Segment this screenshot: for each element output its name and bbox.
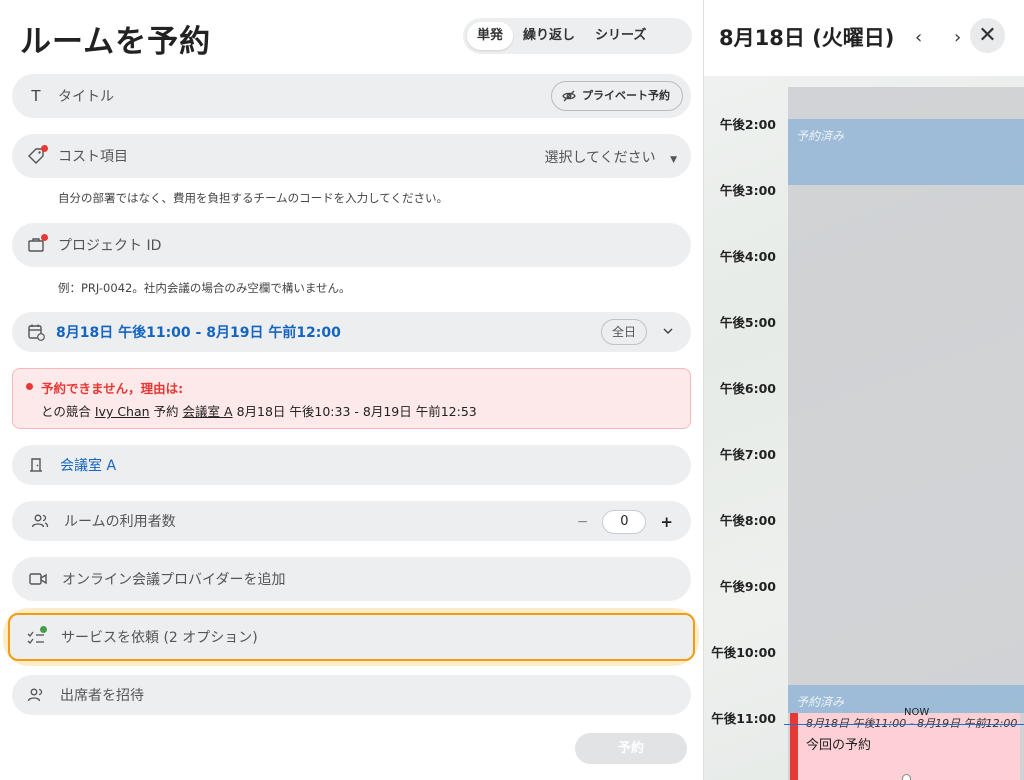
hour-label: 午後8:00 — [719, 513, 776, 528]
project-field[interactable]: プロジェクト ID — [12, 223, 691, 267]
mode-single[interactable]: 単発 — [467, 22, 514, 50]
checklist-icon — [26, 626, 47, 647]
day-grid[interactable] — [788, 87, 1024, 780]
hour-label: 午後7:00 — [719, 447, 776, 462]
occupancy-stepper: − 0 + — [577, 510, 673, 534]
video-icon — [28, 569, 48, 589]
status-dot — [40, 626, 47, 633]
booking-mode-toggle: 単発 繰り返し シリーズ — [463, 18, 692, 54]
door-icon — [26, 455, 46, 475]
cost-helper: 自分の部署ではなく、費用を負担するチームのコードを入力してください。 — [58, 191, 448, 205]
service-request-label: サービスを依頼 (2 オプション) — [61, 630, 258, 646]
mode-series[interactable]: シリーズ — [585, 22, 656, 50]
online-meeting-field[interactable]: オンライン会議プロバイダーを追加 — [12, 557, 691, 601]
conflict-error: 予約できません，理由は: との競合 Ivy Chan 予約 会議室 A 8月18… — [12, 368, 691, 429]
occupancy-label: ルームの利用者数 — [64, 514, 176, 530]
hour-label: 午後2:00 — [719, 117, 776, 132]
booked-block: 予約済み — [788, 119, 1024, 185]
people-icon — [30, 511, 50, 531]
title-field[interactable]: T タイトル プライベート予約 — [12, 74, 691, 118]
conflict-person-link[interactable]: Ivy Chan — [95, 404, 150, 419]
hour-label: 午後6:00 — [719, 381, 776, 396]
hour-label: 午後4:00 — [719, 249, 776, 264]
page-title: ルームを予約 — [20, 24, 212, 60]
room-field[interactable]: 会議室 A — [12, 445, 691, 485]
prev-day-button[interactable]: ‹ — [915, 27, 922, 48]
service-request-field[interactable]: サービスを依頼 (2 オプション) — [8, 613, 695, 661]
close-icon[interactable]: ✕ — [970, 18, 1005, 53]
hour-label: 午後10:00 — [711, 645, 776, 660]
error-middle: 予約 — [153, 404, 179, 419]
error-detail: との競合 Ivy Chan 予約 会議室 A 8月18日 午後10:33 - 8… — [41, 401, 477, 420]
project-helper: 例：PRJ-0042。社内会議の場合のみ空欄で構いません。 — [58, 281, 351, 295]
private-booking-button[interactable]: プライベート予約 — [551, 81, 683, 111]
increment-button[interactable]: + — [660, 513, 673, 531]
occupancy-value[interactable]: 0 — [602, 510, 647, 534]
error-prefix: との競合 — [41, 404, 91, 419]
invite-people-icon — [26, 685, 46, 705]
resize-handle[interactable] — [902, 774, 911, 780]
current-booking-title: 今回の予約 — [806, 738, 872, 753]
calendar-header: 8月18日 (火曜日) ‹ › ✕ — [704, 0, 1024, 76]
room-value[interactable]: 会議室 A — [60, 455, 116, 475]
required-dot — [41, 234, 48, 241]
decrement-button[interactable]: − — [577, 514, 589, 530]
title-input[interactable]: タイトル — [58, 86, 114, 106]
all-day-toggle[interactable]: 全日 — [600, 319, 647, 345]
calendar-clock-icon — [26, 322, 46, 342]
briefcase-icon — [26, 234, 48, 255]
booked-label: 予約済み — [796, 695, 845, 709]
mode-recurring[interactable]: 繰り返し — [513, 22, 585, 50]
error-dot-icon — [26, 383, 33, 390]
conflict-time: 8月18日 午後10:33 - 8月19日 午前12:53 — [236, 404, 477, 419]
online-meeting-label: オンライン会議プロバイダーを追加 — [62, 572, 286, 588]
invite-label: 出席者を招待 — [60, 688, 144, 704]
invite-field[interactable]: 出席者を招待 — [12, 675, 691, 715]
date-field[interactable]: 8月18日 午後11:00 - 8月19日 午前12:00 全日 — [12, 312, 691, 352]
cost-select[interactable]: 選択してください ▼ — [544, 147, 677, 167]
private-booking-label: プライベート予約 — [582, 89, 670, 102]
hour-label: 午後3:00 — [719, 183, 776, 198]
project-id-input[interactable]: プロジェクト ID — [58, 235, 161, 255]
hour-label: 午後11:00 — [711, 711, 776, 726]
error-heading: 予約できません，理由は: — [41, 381, 184, 396]
cost-select-value: 選択してください — [544, 150, 656, 166]
calendar-date-title: 8月18日 (火曜日) — [719, 26, 895, 50]
text-icon: T — [31, 87, 41, 105]
occupancy-field: ルームの利用者数 − 0 + — [12, 501, 691, 541]
now-label: NOW — [904, 707, 930, 718]
chevron-down-icon[interactable] — [661, 324, 675, 338]
tag-icon — [26, 145, 48, 166]
required-dot — [41, 145, 48, 152]
next-day-button[interactable]: › — [954, 27, 961, 48]
cost-field[interactable]: コスト項目 選択してください ▼ — [12, 134, 691, 178]
calendar-panel: 8月18日 (火曜日) ‹ › ✕ 予約済み 予約済み 午後2:00 午後3:0… — [703, 0, 1024, 780]
eye-off-icon — [562, 90, 576, 102]
date-range[interactable]: 8月18日 午後11:00 - 8月19日 午前12:00 — [56, 322, 341, 342]
caret-down-icon: ▼ — [670, 155, 677, 165]
cost-label: コスト項目 — [58, 149, 128, 165]
conflict-room-link[interactable]: 会議室 A — [183, 404, 233, 419]
hour-label: 午後5:00 — [719, 315, 776, 330]
book-button[interactable]: 予約 — [575, 733, 687, 764]
booked-label: 予約済み — [796, 129, 845, 143]
hour-label: 午後9:00 — [719, 579, 776, 594]
now-indicator — [784, 724, 1024, 725]
booking-form: ルームを予約 単発 繰り返し シリーズ T タイトル プライベート予約 コスト項… — [0, 0, 703, 780]
